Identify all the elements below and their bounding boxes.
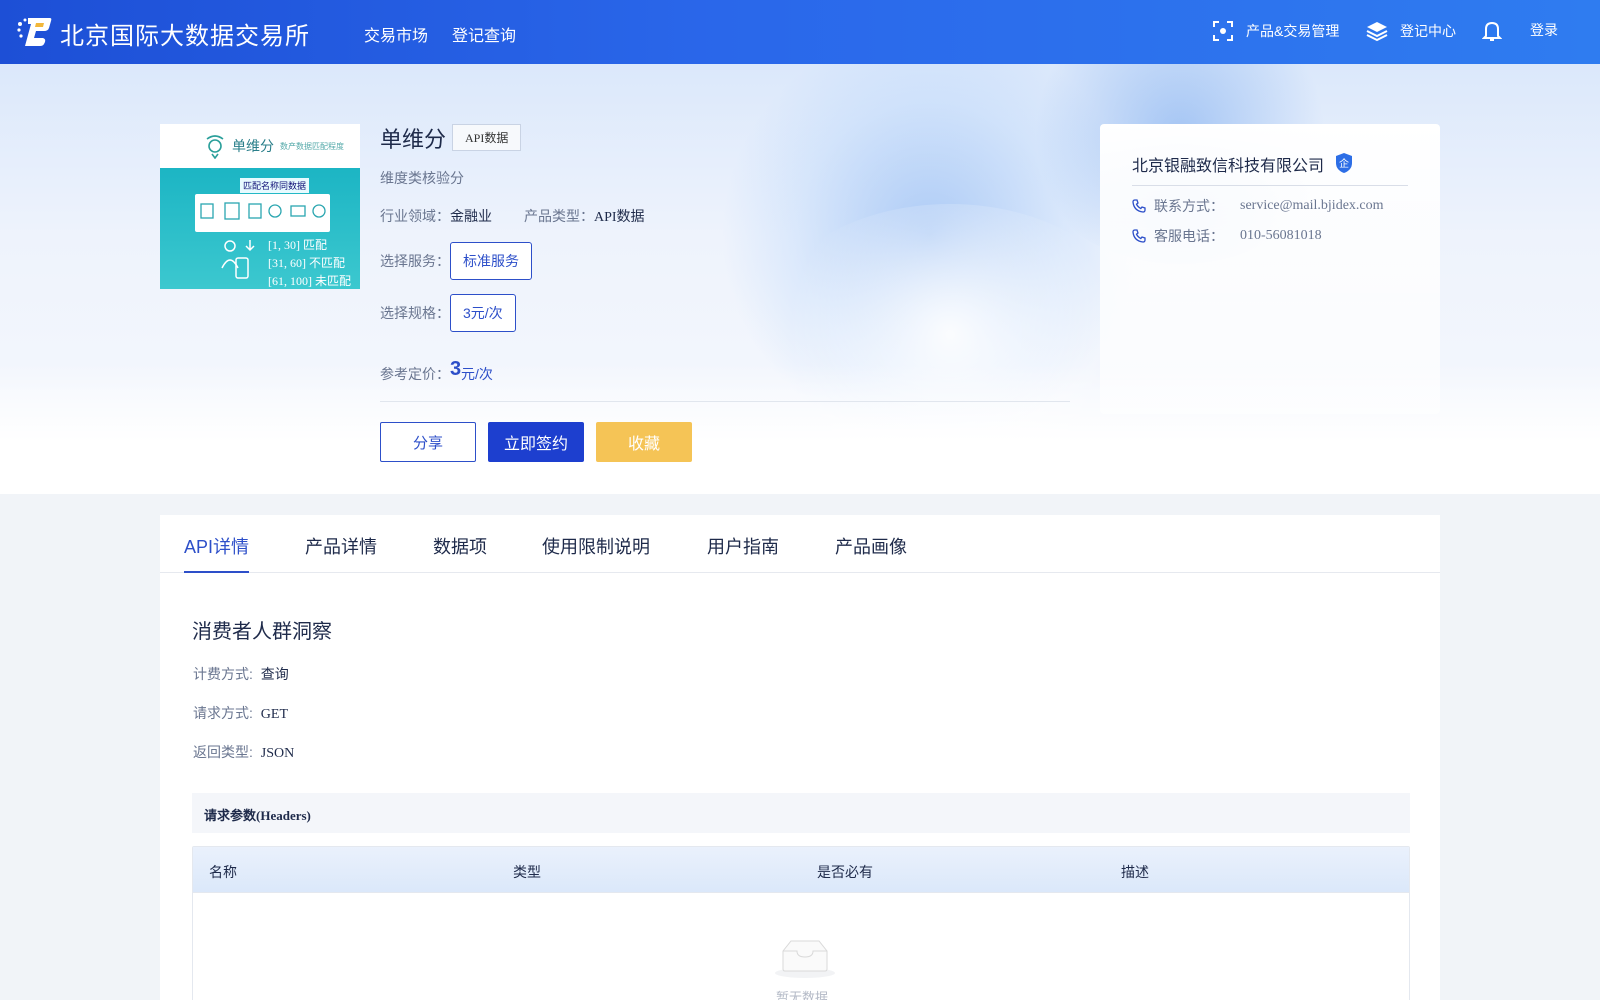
- tab-product-profile[interactable]: 产品画像: [835, 533, 907, 559]
- provider-name[interactable]: 北京银融致信科技有限公司: [1132, 152, 1324, 176]
- return-label: 返回类型:: [193, 744, 253, 760]
- detail-panel: API详情 产品详情 数据项 使用限制说明 用户指南 产品画像 消费者人群洞察 …: [160, 515, 1440, 1000]
- product-type-badge: API数据: [452, 124, 522, 151]
- product-description: 维度类核验分: [380, 170, 464, 186]
- nav-registry-query[interactable]: 登记查询: [452, 22, 516, 46]
- tab-api-details[interactable]: API详情: [184, 533, 249, 559]
- price-unit: 元/次: [461, 366, 493, 382]
- spec-label: 选择规格：: [380, 305, 450, 321]
- cover-subtitle: 数产数据匹配程度: [280, 141, 344, 151]
- phone-label: 客服电话：: [1154, 228, 1224, 244]
- enterprise-verified-icon: 企: [1336, 153, 1352, 173]
- layers-icon: [1366, 22, 1388, 42]
- tab-data-items[interactable]: 数据项: [433, 533, 487, 559]
- product-type-value: API数据: [594, 210, 645, 225]
- api-section-title: 消费者人群洞察: [192, 621, 332, 643]
- detail-tabs: API详情 产品详情 数据项 使用限制说明 用户指南 产品画像: [160, 515, 1440, 573]
- industry-label: 行业领域：: [380, 208, 450, 224]
- scan-focus-icon: [1213, 21, 1233, 41]
- cover-title: 单维分: [232, 138, 274, 154]
- contact-email[interactable]: service@mail.bjidex.com: [1240, 198, 1384, 214]
- headers-section-title: 请求参数(Headers): [192, 793, 1410, 833]
- top-navigation-bar: 北京国际大数据交易所 交易市场 登记查询 产品&交易管理 登记中心 登录: [0, 0, 1600, 64]
- register-center-label: 登记中心: [1400, 23, 1456, 39]
- product-trade-management-label: 产品&交易管理: [1246, 23, 1340, 39]
- phone-icon: [1132, 229, 1146, 243]
- contact-label: 联系方式：: [1154, 198, 1224, 214]
- column-description: 描述: [1121, 864, 1149, 880]
- provider-phone-row: 客服电话： 010-56081018: [1132, 226, 1322, 246]
- method-value: GET: [260, 707, 288, 722]
- info-divider: [380, 401, 1070, 402]
- cover-range-1: [1, 30] 匹配: [268, 238, 327, 252]
- empty-inbox-icon: [775, 940, 835, 978]
- billing-label: 计费方式:: [193, 666, 253, 682]
- phone-number: 010-56081018: [1240, 228, 1322, 243]
- product-logo-icon: [206, 135, 224, 159]
- service-option-standard[interactable]: 标准服务: [450, 242, 532, 280]
- cover-icons-panel: [195, 194, 330, 232]
- cover-caption: 匹配名称同数据: [240, 178, 310, 193]
- share-button[interactable]: 分享: [380, 422, 476, 462]
- notification-button[interactable]: [1482, 20, 1502, 42]
- column-required: 是否必有: [817, 864, 873, 880]
- price-value: 3: [450, 358, 462, 380]
- provider-contact-row: 联系方式： service@mail.bjidex.com: [1132, 196, 1384, 216]
- brand-title[interactable]: 北京国际大数据交易所: [60, 16, 310, 51]
- favorite-button[interactable]: 收藏: [596, 422, 692, 462]
- table-header: 名称 类型 是否必有 描述: [193, 847, 1409, 893]
- product-type-label: 产品类型：: [524, 208, 594, 224]
- method-row: 请求方式: GET: [193, 703, 288, 723]
- price-label: 参考定价：: [380, 366, 450, 382]
- provider-card: 北京银融致信科技有限公司 企 联系方式： service@mail.bjidex…: [1100, 124, 1440, 414]
- billing-value: 查询: [260, 666, 289, 682]
- tab-product-details[interactable]: 产品详情: [305, 533, 377, 559]
- register-center-link[interactable]: 登记中心: [1366, 20, 1456, 42]
- person-phone-icon: [221, 240, 255, 279]
- bjidex-logo-icon[interactable]: [16, 14, 52, 48]
- cover-range-3: [61, 100] 未匹配: [268, 274, 351, 288]
- empty-state-text: 暂无数据: [775, 990, 828, 1000]
- provider-divider: [1132, 185, 1408, 186]
- tab-user-guide[interactable]: 用户指南: [707, 533, 779, 559]
- nav-trading-market[interactable]: 交易市场: [364, 22, 428, 46]
- return-value: JSON: [260, 746, 295, 761]
- industry-value: 金融业: [450, 208, 492, 224]
- column-type: 类型: [513, 864, 541, 880]
- cover-range-2: [31, 60] 不匹配: [268, 256, 345, 270]
- login-link[interactable]: 登录: [1530, 20, 1558, 40]
- sign-now-button[interactable]: 立即签约: [488, 422, 584, 462]
- phone-icon: [1132, 199, 1146, 213]
- product-trade-management-link[interactable]: 产品&交易管理: [1212, 20, 1339, 42]
- enterprise-badge-text: 企: [1339, 157, 1349, 170]
- service-label: 选择服务：: [380, 253, 450, 269]
- headers-table: 名称 类型 是否必有 描述 暂无数据: [192, 846, 1410, 1000]
- column-name: 名称: [209, 864, 237, 880]
- return-row: 返回类型: JSON: [193, 742, 294, 762]
- billing-row: 计费方式: 查询: [193, 664, 289, 684]
- tab-usage-restrictions[interactable]: 使用限制说明: [542, 533, 650, 559]
- method-label: 请求方式:: [193, 705, 253, 721]
- product-cover-image: 单维分 数产数据匹配程度 匹配名称同数据 [1, 30] 匹配 [31, 60]…: [160, 124, 360, 289]
- product-title: 单维分: [380, 127, 447, 152]
- bell-icon: [1482, 21, 1502, 41]
- spec-option[interactable]: 3元/次: [450, 294, 516, 332]
- active-tab-indicator: [184, 571, 249, 573]
